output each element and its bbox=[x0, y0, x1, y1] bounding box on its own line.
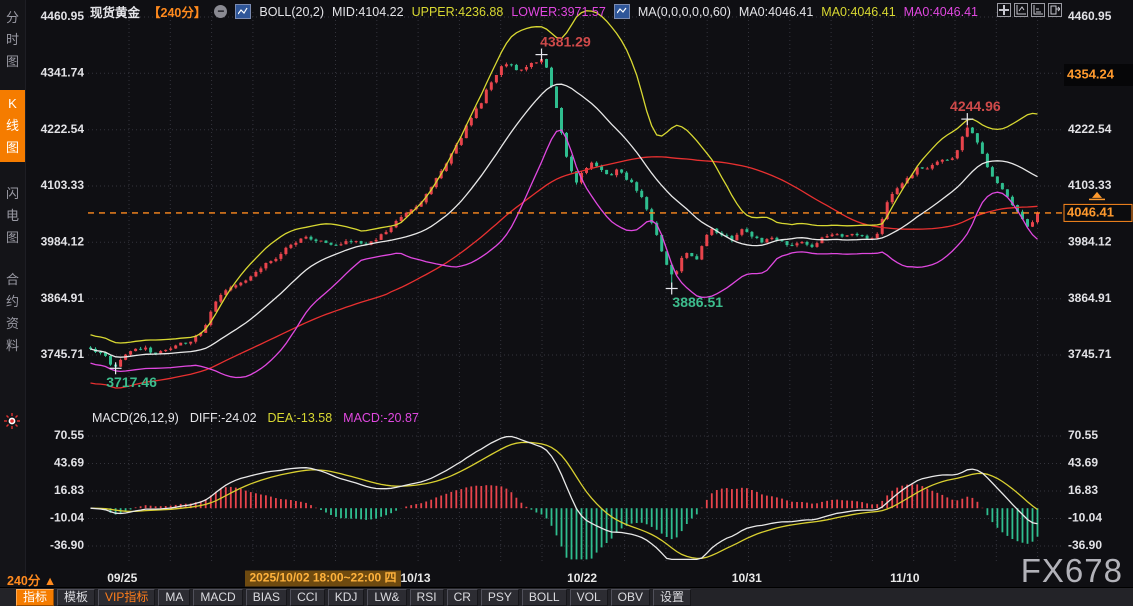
date-tick: 10/31 bbox=[732, 571, 762, 585]
crosshair-time-label: 2025/10/02 18:00~22:00 四 bbox=[249, 571, 396, 585]
price-tick-left: 3864.91 bbox=[41, 291, 85, 305]
macd-tick-left: 70.55 bbox=[54, 428, 84, 442]
tab-RSI[interactable]: RSI bbox=[410, 589, 444, 606]
price-tick-left: 4460.95 bbox=[41, 9, 85, 23]
sidebar-item-1[interactable]: 分 时 图 bbox=[0, 4, 25, 76]
price-tick-right: 4460.95 bbox=[1068, 9, 1112, 23]
date-tick: 10/22 bbox=[567, 571, 597, 585]
price-tick-right: 3745.71 bbox=[1068, 347, 1112, 361]
macd-tick-right: -36.90 bbox=[1068, 538, 1102, 552]
watermark: FX678 bbox=[1021, 552, 1123, 590]
tab-设置[interactable]: 设置 bbox=[653, 589, 691, 606]
sidebar-item-4[interactable]: 合 约 资 料 bbox=[0, 266, 25, 360]
date-tick: 10/13 bbox=[400, 571, 430, 585]
ma-value-3: MA0:4046.41 bbox=[904, 5, 978, 19]
ma-indicator-icon[interactable] bbox=[614, 4, 630, 19]
high-annotation: 4244.96 bbox=[950, 98, 1001, 114]
macd-dea-value: DEA:-13.58 bbox=[268, 411, 333, 425]
macd-pane bbox=[91, 437, 1038, 560]
gridlines bbox=[88, 12, 1063, 562]
price-tick-right: 3864.91 bbox=[1068, 291, 1112, 305]
tab-KDJ[interactable]: KDJ bbox=[328, 589, 365, 606]
boll-mid-value: MID:4104.22 bbox=[332, 5, 404, 19]
boll-upper-value: UPPER:4236.88 bbox=[412, 5, 504, 19]
macd-tick-left: -36.90 bbox=[50, 538, 84, 552]
date-tick: 11/10 bbox=[890, 571, 920, 585]
ma-value-1: MA0:4046.41 bbox=[739, 5, 813, 19]
low-annotation: 3717.46 bbox=[106, 374, 157, 390]
price-axis-labels: 4460.954460.954341.744341.744222.544222.… bbox=[41, 9, 1112, 552]
macd-header: MACD(26,12,9) DIFF:-24.02 DEA:-13.58 MAC… bbox=[92, 411, 419, 425]
macd-tick-right: 70.55 bbox=[1068, 428, 1098, 442]
price-tick-left: 3745.71 bbox=[41, 347, 85, 361]
tab-CCI[interactable]: CCI bbox=[290, 589, 325, 606]
trading-app: 4460.954460.954341.744341.744222.544222.… bbox=[0, 0, 1133, 606]
move-crosshair-icon[interactable] bbox=[997, 3, 1011, 17]
sidebar-item-3[interactable]: 闪 电 图 bbox=[0, 180, 25, 252]
candles bbox=[89, 55, 1039, 369]
price-tick-right: 4222.54 bbox=[1068, 122, 1112, 136]
price-chart-canvas[interactable]: 4460.954460.954341.744341.744222.544222.… bbox=[0, 0, 1133, 606]
tab-MACD[interactable]: MACD bbox=[193, 589, 242, 606]
tab-CR[interactable]: CR bbox=[447, 589, 478, 606]
price-tick-left: 4103.33 bbox=[41, 178, 85, 192]
upper-badge-value: 4354.24 bbox=[1067, 66, 1115, 81]
macd-tick-left: 16.83 bbox=[54, 483, 84, 497]
tab-指标[interactable]: 指标 bbox=[16, 589, 54, 606]
boll-indicator-icon[interactable] bbox=[235, 4, 251, 19]
tab-OBV[interactable]: OBV bbox=[611, 589, 650, 606]
macd-params-label: MACD(26,12,9) bbox=[92, 411, 179, 425]
tab-VOL[interactable]: VOL bbox=[570, 589, 608, 606]
ma-label: MA(0,0,0,0,0,60) bbox=[638, 5, 731, 19]
price-tick-left: 4222.54 bbox=[41, 122, 85, 136]
tab-MA[interactable]: MA bbox=[158, 589, 190, 606]
indicator-tabbar: 指标模板VIP指标MAMACDBIASCCIKDJLW&RSICRPSYBOLL… bbox=[0, 587, 1133, 606]
tab-模板[interactable]: 模板 bbox=[57, 589, 95, 606]
macd-tick-right: 43.69 bbox=[1068, 456, 1098, 470]
sidebar-item-2[interactable]: K 线 图 bbox=[0, 90, 25, 162]
right-axis-scale-icon[interactable] bbox=[1031, 3, 1045, 17]
high-annotation: 4381.29 bbox=[540, 33, 591, 49]
low-annotation: 3886.51 bbox=[672, 294, 723, 310]
macd-tick-right: 16.83 bbox=[1068, 483, 1098, 497]
macd-tick-right: -10.04 bbox=[1068, 511, 1102, 525]
price-tick-left: 3984.12 bbox=[41, 235, 85, 249]
current-price-badge: 4046.41 bbox=[1064, 192, 1132, 222]
period-label: 【240分】 bbox=[148, 2, 206, 21]
macd-tick-left: 43.69 bbox=[54, 456, 84, 470]
tab-PSY[interactable]: PSY bbox=[481, 589, 519, 606]
sidebar: 分 时 图 K 线 图闪 电 图合 约 资 料 bbox=[0, 0, 26, 587]
boll-label: BOLL(20,2) bbox=[259, 5, 324, 19]
price-tick-right: 4103.33 bbox=[1068, 178, 1112, 192]
tab-LW&[interactable]: LW& bbox=[367, 589, 406, 606]
boll-lower-value: LOWER:3971.57 bbox=[511, 5, 606, 19]
extreme-annotations: 3717.46 4381.29 3886.51 4244.96 bbox=[106, 33, 1001, 390]
macd-tick-left: -10.04 bbox=[50, 511, 84, 525]
date-tick: 09/25 bbox=[107, 571, 137, 585]
ma-value-2: MA0:4046.41 bbox=[821, 5, 895, 19]
chart-legend: 现货黄金 【240分】 − BOLL(20,2) MID:4104.22 UPP… bbox=[90, 2, 978, 21]
macd-diff-value: DIFF:-24.02 bbox=[190, 411, 257, 425]
overlay-lines bbox=[91, 11, 1038, 388]
hot-icon[interactable] bbox=[3, 412, 21, 430]
macd-value: MACD:-20.87 bbox=[343, 411, 419, 425]
chart-toolbar bbox=[997, 3, 1062, 17]
tab-BIAS[interactable]: BIAS bbox=[246, 589, 287, 606]
price-tick-left: 4341.74 bbox=[41, 66, 85, 80]
symbol-name: 现货黄金 bbox=[90, 2, 140, 21]
current-badge-value: 4046.41 bbox=[1067, 204, 1114, 219]
left-axis-scale-icon[interactable] bbox=[1014, 3, 1028, 17]
upper-band-badge: 4354.24 bbox=[1064, 64, 1133, 86]
tab-VIP指标[interactable]: VIP指标 bbox=[98, 589, 155, 606]
date-axis: 2025/10/02 18:00~22:00 四 09/25 10/13 10/22 1… bbox=[107, 571, 920, 587]
collapse-indicator-icon[interactable]: − bbox=[214, 5, 227, 18]
new-pane-icon[interactable] bbox=[1048, 3, 1062, 17]
tab-BOLL[interactable]: BOLL bbox=[522, 589, 567, 606]
price-tick-right: 3984.12 bbox=[1068, 235, 1112, 249]
